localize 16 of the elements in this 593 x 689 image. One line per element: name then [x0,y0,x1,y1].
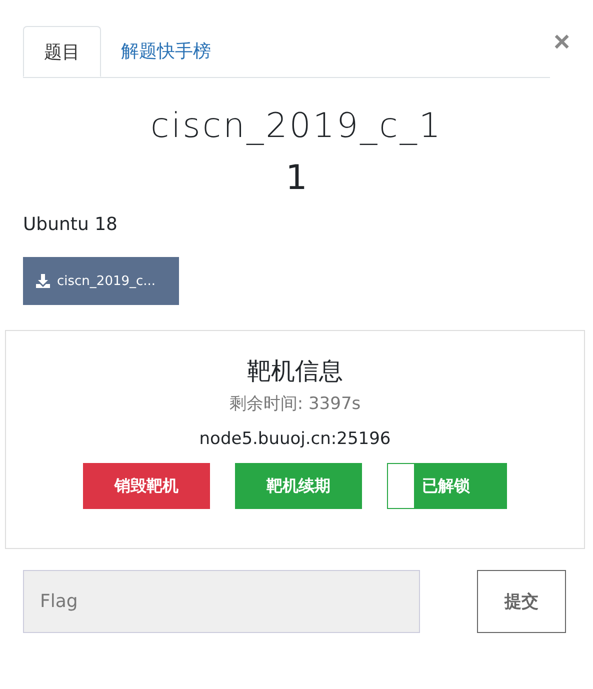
tab[interactable]: 解题快手榜 [101,26,231,76]
action-button[interactable]: 销毁靶机 [83,463,210,509]
challenge-title: ciscn_2019_c_1 [150,105,444,148]
challenge-points: 1 [284,157,308,200]
flag-input[interactable]: Flag [23,570,420,633]
unlocked-button[interactable]: 已解锁 [387,463,507,509]
download-button[interactable]: ciscn_2019_c... [23,257,179,305]
remaining-time: 剩余时间: 3397s [229,393,361,415]
tab[interactable]: 题目 [23,26,101,77]
action-button[interactable]: 靶机续期 [235,463,362,509]
submit-button[interactable]: 提交 [477,570,566,633]
download-icon [35,273,51,289]
panel-title: 靶机信息 [247,356,343,386]
host-address: node5.buuoj.cn:25196 [199,429,391,449]
challenge-description: Ubuntu 18 [22,214,119,235]
close-button[interactable]: × [554,28,570,56]
